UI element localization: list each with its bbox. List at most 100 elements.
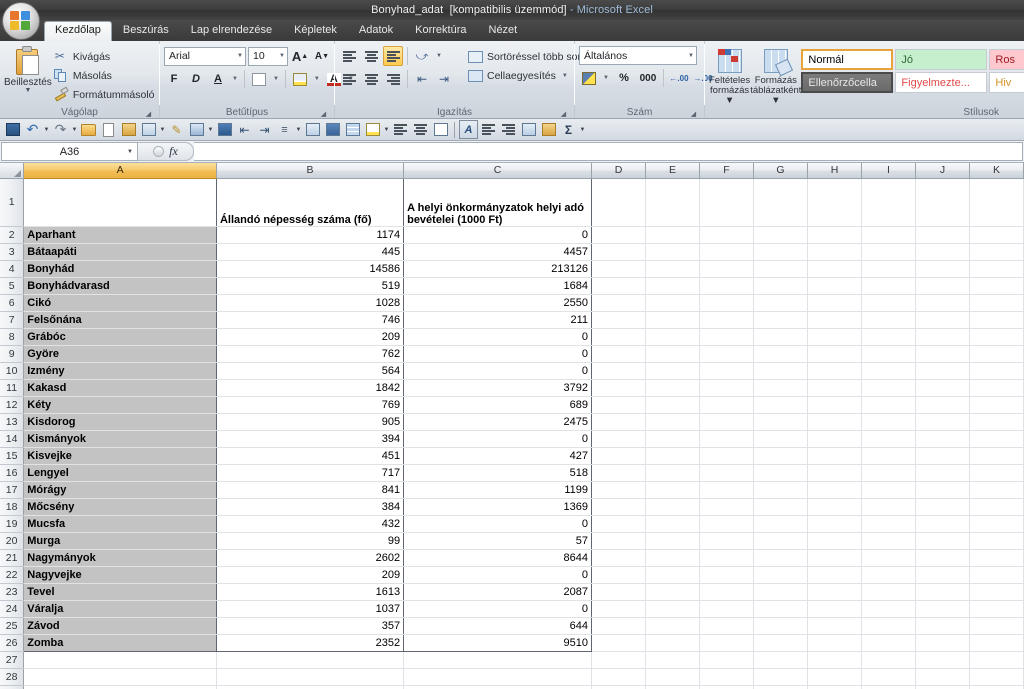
tab-adatok[interactable]: Adatok — [348, 21, 404, 41]
cell-i17[interactable] — [861, 481, 916, 499]
row-header-7[interactable]: 7 — [0, 311, 25, 329]
cell-j6[interactable] — [915, 294, 970, 312]
row-header-17[interactable]: 17 — [0, 481, 25, 499]
cell-j2[interactable] — [915, 226, 970, 244]
cell-f25[interactable] — [699, 617, 754, 635]
cell-k18[interactable] — [969, 498, 1024, 516]
cell-c20[interactable]: 57 — [403, 532, 592, 550]
cell-j14[interactable] — [915, 430, 970, 448]
row-header-5[interactable]: 5 — [0, 277, 25, 295]
cell-j9[interactable] — [915, 345, 970, 363]
cell-i24[interactable] — [861, 600, 916, 618]
cell-e2[interactable] — [645, 226, 701, 244]
row-header-12[interactable]: 12 — [0, 396, 25, 414]
cell-d24[interactable] — [591, 600, 647, 618]
row-header-3[interactable]: 3 — [0, 243, 25, 261]
cell-c17[interactable]: 1199 — [403, 481, 592, 499]
cell-j13[interactable] — [915, 413, 970, 431]
bold-button[interactable]: F — [164, 69, 184, 89]
row-header-21[interactable]: 21 — [0, 549, 25, 567]
cell-a13[interactable]: Kisdorog — [23, 413, 217, 431]
currency-dropdown-icon[interactable]: ▼ — [601, 75, 611, 81]
row-header-26[interactable]: 26 — [0, 634, 25, 652]
cell-e20[interactable] — [645, 532, 701, 550]
conditional-formatting-button[interactable]: Feltételes formázás ▼ — [709, 45, 750, 106]
style-bad[interactable]: Ros — [989, 49, 1024, 70]
cell-h6[interactable] — [807, 294, 863, 312]
cell-j17[interactable] — [915, 481, 970, 499]
number-format-combo[interactable]: Általános ▼ — [579, 46, 697, 65]
row-header-10[interactable]: 10 — [0, 362, 25, 380]
cell-k13[interactable] — [969, 413, 1024, 431]
cell-c19[interactable]: 0 — [403, 515, 592, 533]
cell-b2[interactable]: 1174 — [216, 226, 405, 244]
format-as-table-button[interactable]: Formázás táblázatként ▼ — [750, 45, 801, 106]
cell-styles-gallery[interactable]: Normál Jó Ros Ellenőrzőcella Figyelmezte… — [801, 45, 1024, 93]
cell-d18[interactable] — [591, 498, 647, 516]
cell-j20[interactable] — [915, 532, 970, 550]
cell-e16[interactable] — [645, 464, 701, 482]
cell-c6[interactable]: 2550 — [403, 294, 592, 312]
cell-c13[interactable]: 2475 — [403, 413, 592, 431]
cell-k19[interactable] — [969, 515, 1024, 533]
cell-a12[interactable]: Kéty — [23, 396, 217, 414]
cell-c22[interactable]: 0 — [403, 566, 592, 584]
cell-k29[interactable] — [969, 685, 1024, 689]
increase-font-size-button[interactable]: A ▲ — [290, 46, 310, 66]
cell-g26[interactable] — [753, 634, 809, 652]
cell-i19[interactable] — [861, 515, 916, 533]
align-left-button[interactable] — [339, 69, 359, 89]
cell-j12[interactable] — [915, 396, 970, 414]
cell-d14[interactable] — [591, 430, 647, 448]
cell-a20[interactable]: Murga — [23, 532, 217, 550]
cell-j26[interactable] — [915, 634, 970, 652]
cell-d10[interactable] — [591, 362, 647, 380]
cell-a7[interactable]: Felsőnána — [23, 311, 217, 329]
cell-k7[interactable] — [969, 311, 1024, 329]
style-normal[interactable]: Normál — [801, 49, 894, 70]
cell-g6[interactable] — [753, 294, 809, 312]
cell-k8[interactable] — [969, 328, 1024, 346]
cell-a19[interactable]: Mucsfa — [23, 515, 217, 533]
insert-function-group[interactable]: fx — [138, 142, 194, 161]
cell-b17[interactable]: 841 — [216, 481, 405, 499]
window-icon[interactable] — [323, 120, 342, 139]
cell-c24[interactable]: 0 — [403, 600, 592, 618]
cell-d21[interactable] — [591, 549, 647, 567]
cell-h20[interactable] — [807, 532, 863, 550]
cell-k2[interactable] — [969, 226, 1024, 244]
cell-f28[interactable] — [699, 668, 754, 686]
fill-color-button[interactable] — [290, 69, 310, 89]
cell-h29[interactable] — [807, 685, 863, 689]
cell-h1[interactable] — [807, 178, 863, 227]
row-header-19[interactable]: 19 — [0, 515, 25, 533]
align-top-icon[interactable] — [391, 120, 410, 139]
cell-i1[interactable] — [861, 178, 916, 227]
cell-c10[interactable]: 0 — [403, 362, 592, 380]
row-header-9[interactable]: 9 — [0, 345, 25, 363]
cell-f22[interactable] — [699, 566, 754, 584]
table-icon[interactable] — [343, 120, 362, 139]
row-header-24[interactable]: 24 — [0, 600, 25, 618]
column-header-h[interactable]: H — [807, 163, 863, 179]
cell-k28[interactable] — [969, 668, 1024, 686]
cell-b11[interactable]: 1842 — [216, 379, 405, 397]
cell-f17[interactable] — [699, 481, 754, 499]
cell-i8[interactable] — [861, 328, 916, 346]
cell-b19[interactable]: 432 — [216, 515, 405, 533]
row-header-28[interactable]: 28 — [0, 668, 25, 686]
formula-input[interactable] — [194, 142, 1023, 161]
list-icon[interactable]: ≡ — [275, 120, 294, 139]
cell-h19[interactable] — [807, 515, 863, 533]
cell-e11[interactable] — [645, 379, 701, 397]
column-header-j[interactable]: J — [915, 163, 970, 179]
cell-i11[interactable] — [861, 379, 916, 397]
cell-e19[interactable] — [645, 515, 701, 533]
cell-c18[interactable]: 1369 — [403, 498, 592, 516]
cell-a21[interactable]: Nagymányok — [23, 549, 217, 567]
copy2-icon[interactable] — [519, 120, 538, 139]
cell-c16[interactable]: 518 — [403, 464, 592, 482]
cell-i22[interactable] — [861, 566, 916, 584]
cell-d7[interactable] — [591, 311, 647, 329]
cell-b24[interactable]: 1037 — [216, 600, 405, 618]
